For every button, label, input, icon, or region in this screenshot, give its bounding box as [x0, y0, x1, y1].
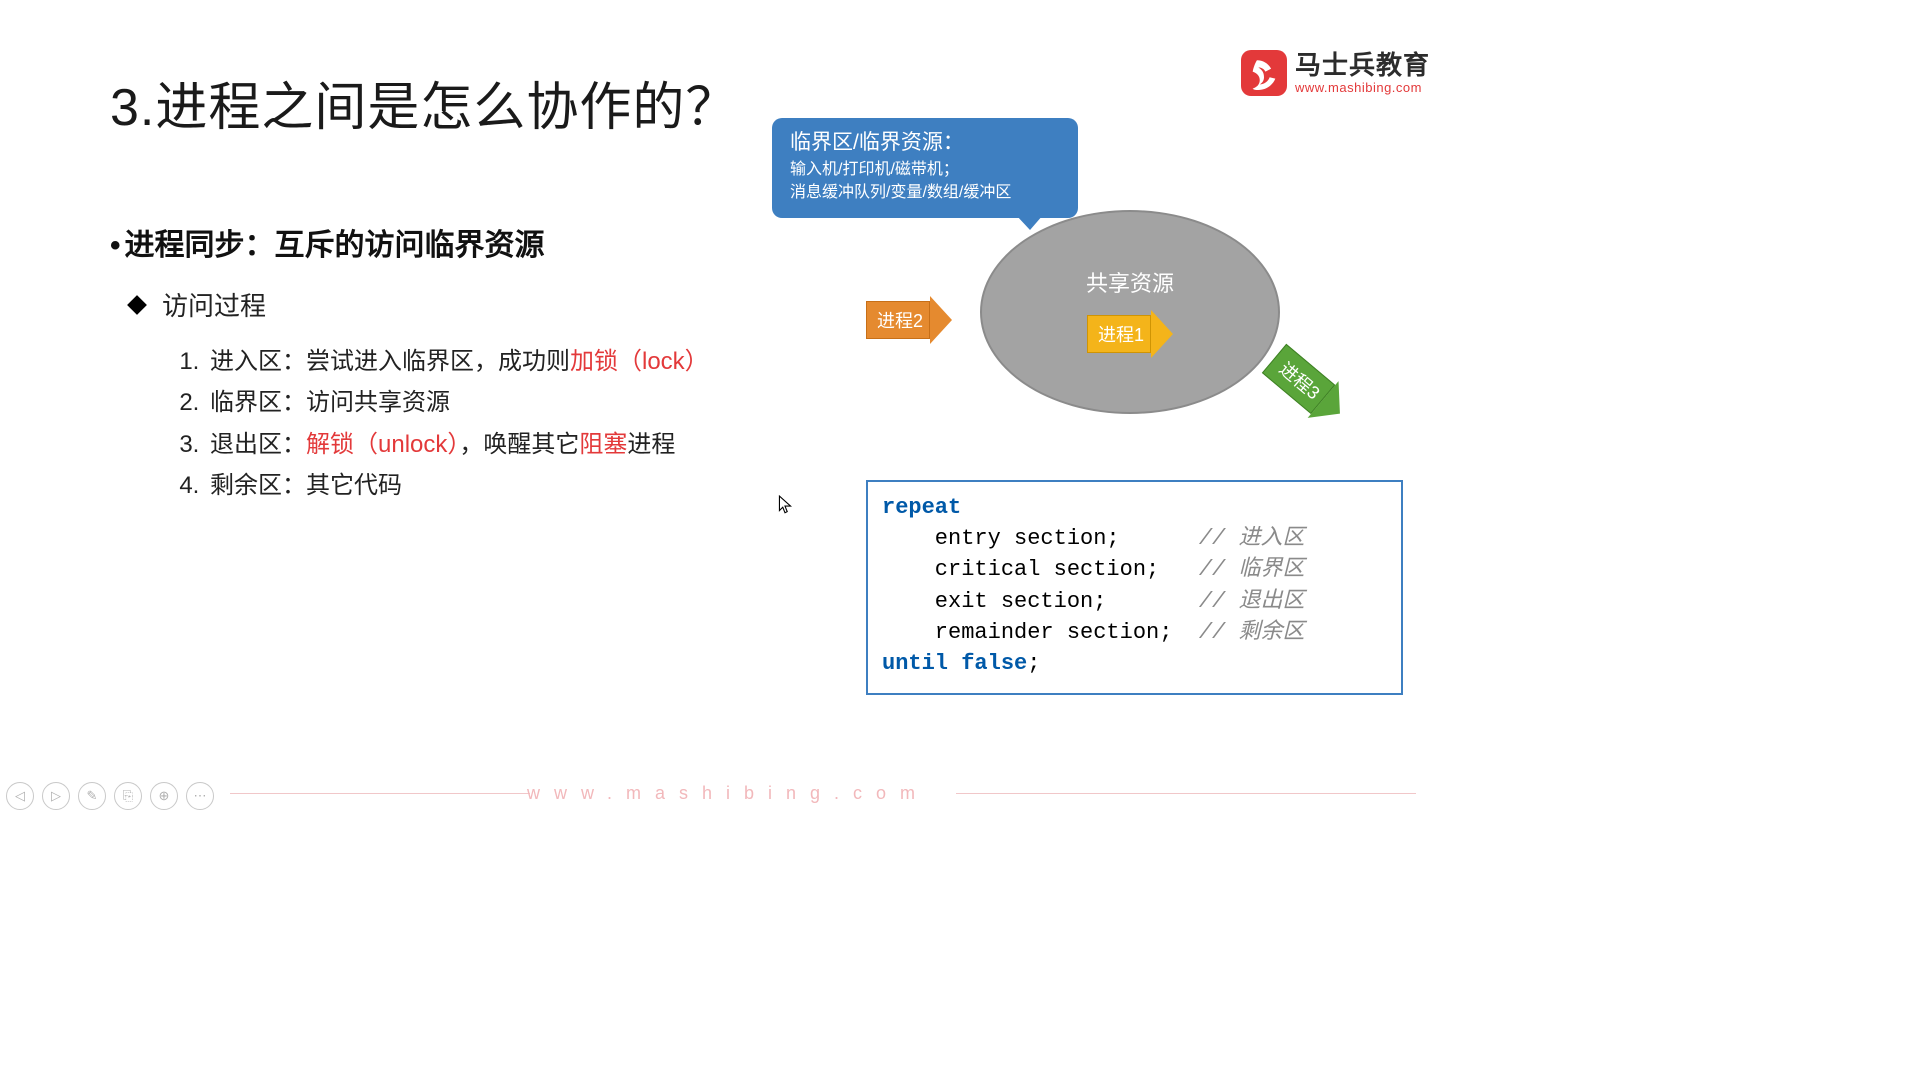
bubble-line1: 输入机/打印机/磁带机；: [790, 159, 1060, 181]
footer-url: www.mashibing.com: [0, 783, 1456, 804]
diamond-icon: [127, 295, 147, 315]
logo-cn: 马士兵教育: [1295, 52, 1430, 78]
arrow-process3: 进程3: [1259, 340, 1356, 432]
kw-repeat: repeat: [882, 495, 961, 520]
arrow-head-icon: [1151, 310, 1173, 358]
arrow-process1: 进程1: [1087, 310, 1173, 358]
bubble-line2: 消息缓冲队列/变量/数组/缓冲区: [790, 182, 1060, 204]
shared-resource-oval: 共享资源 进程1: [980, 210, 1280, 414]
next-button[interactable]: ▷: [42, 782, 70, 810]
arrow-process1-label: 进程1: [1087, 315, 1151, 353]
step-2: 临界区：访问共享资源: [206, 382, 760, 423]
step-3: 退出区：解锁（unlock），唤醒其它阻塞进程: [206, 424, 760, 465]
arrow-head-icon: [930, 296, 952, 344]
arrow-process2-label: 进程2: [866, 301, 930, 339]
content-block: •进程同步：互斥的访问临界资源 访问过程 进入区：尝试进入临界区，成功则加锁（l…: [110, 220, 760, 506]
more-button[interactable]: ⋯: [186, 782, 214, 810]
arrow-process2: 进程2: [866, 296, 952, 344]
slide-title: 3.进程之间是怎么协作的？: [110, 65, 738, 140]
cursor-icon: [778, 495, 792, 515]
code-box: repeat entry section; // 进入区 critical se…: [866, 480, 1403, 695]
steps-list: 进入区：尝试进入临界区，成功则加锁（lock） 临界区：访问共享资源 退出区：解…: [110, 341, 760, 506]
logo-icon: [1241, 50, 1287, 96]
pen-button[interactable]: ✎: [78, 782, 106, 810]
player-controls: ◁ ▷ ✎ ⎘ ⊕ ⋯: [6, 782, 214, 810]
zoom-button[interactable]: ⊕: [150, 782, 178, 810]
step-4: 剩余区：其它代码: [206, 465, 760, 506]
bubble-title: 临界区/临界资源：: [790, 128, 1060, 157]
logo-text: 马士兵教育 www.mashibing.com: [1295, 52, 1430, 94]
callout-bubble: 临界区/临界资源： 输入机/打印机/磁带机； 消息缓冲队列/变量/数组/缓冲区: [772, 118, 1078, 218]
main-bullet-text: 进程同步：互斥的访问临界资源: [125, 229, 545, 262]
main-bullet: •进程同步：互斥的访问临界资源: [110, 220, 760, 264]
clip-button[interactable]: ⎘: [114, 782, 142, 810]
oval-label: 共享资源: [1086, 266, 1174, 298]
step-1: 进入区：尝试进入临界区，成功则加锁（lock）: [206, 341, 760, 382]
kw-until: until false: [882, 651, 1027, 676]
brand-logo: 马士兵教育 www.mashibing.com: [1241, 50, 1430, 96]
sub-bullet: 访问过程: [130, 286, 760, 323]
logo-url: www.mashibing.com: [1295, 81, 1430, 94]
prev-button[interactable]: ◁: [6, 782, 34, 810]
sub-bullet-text: 访问过程: [162, 286, 266, 323]
slide: 马士兵教育 www.mashibing.com 3.进程之间是怎么协作的？ •进…: [0, 0, 1456, 816]
